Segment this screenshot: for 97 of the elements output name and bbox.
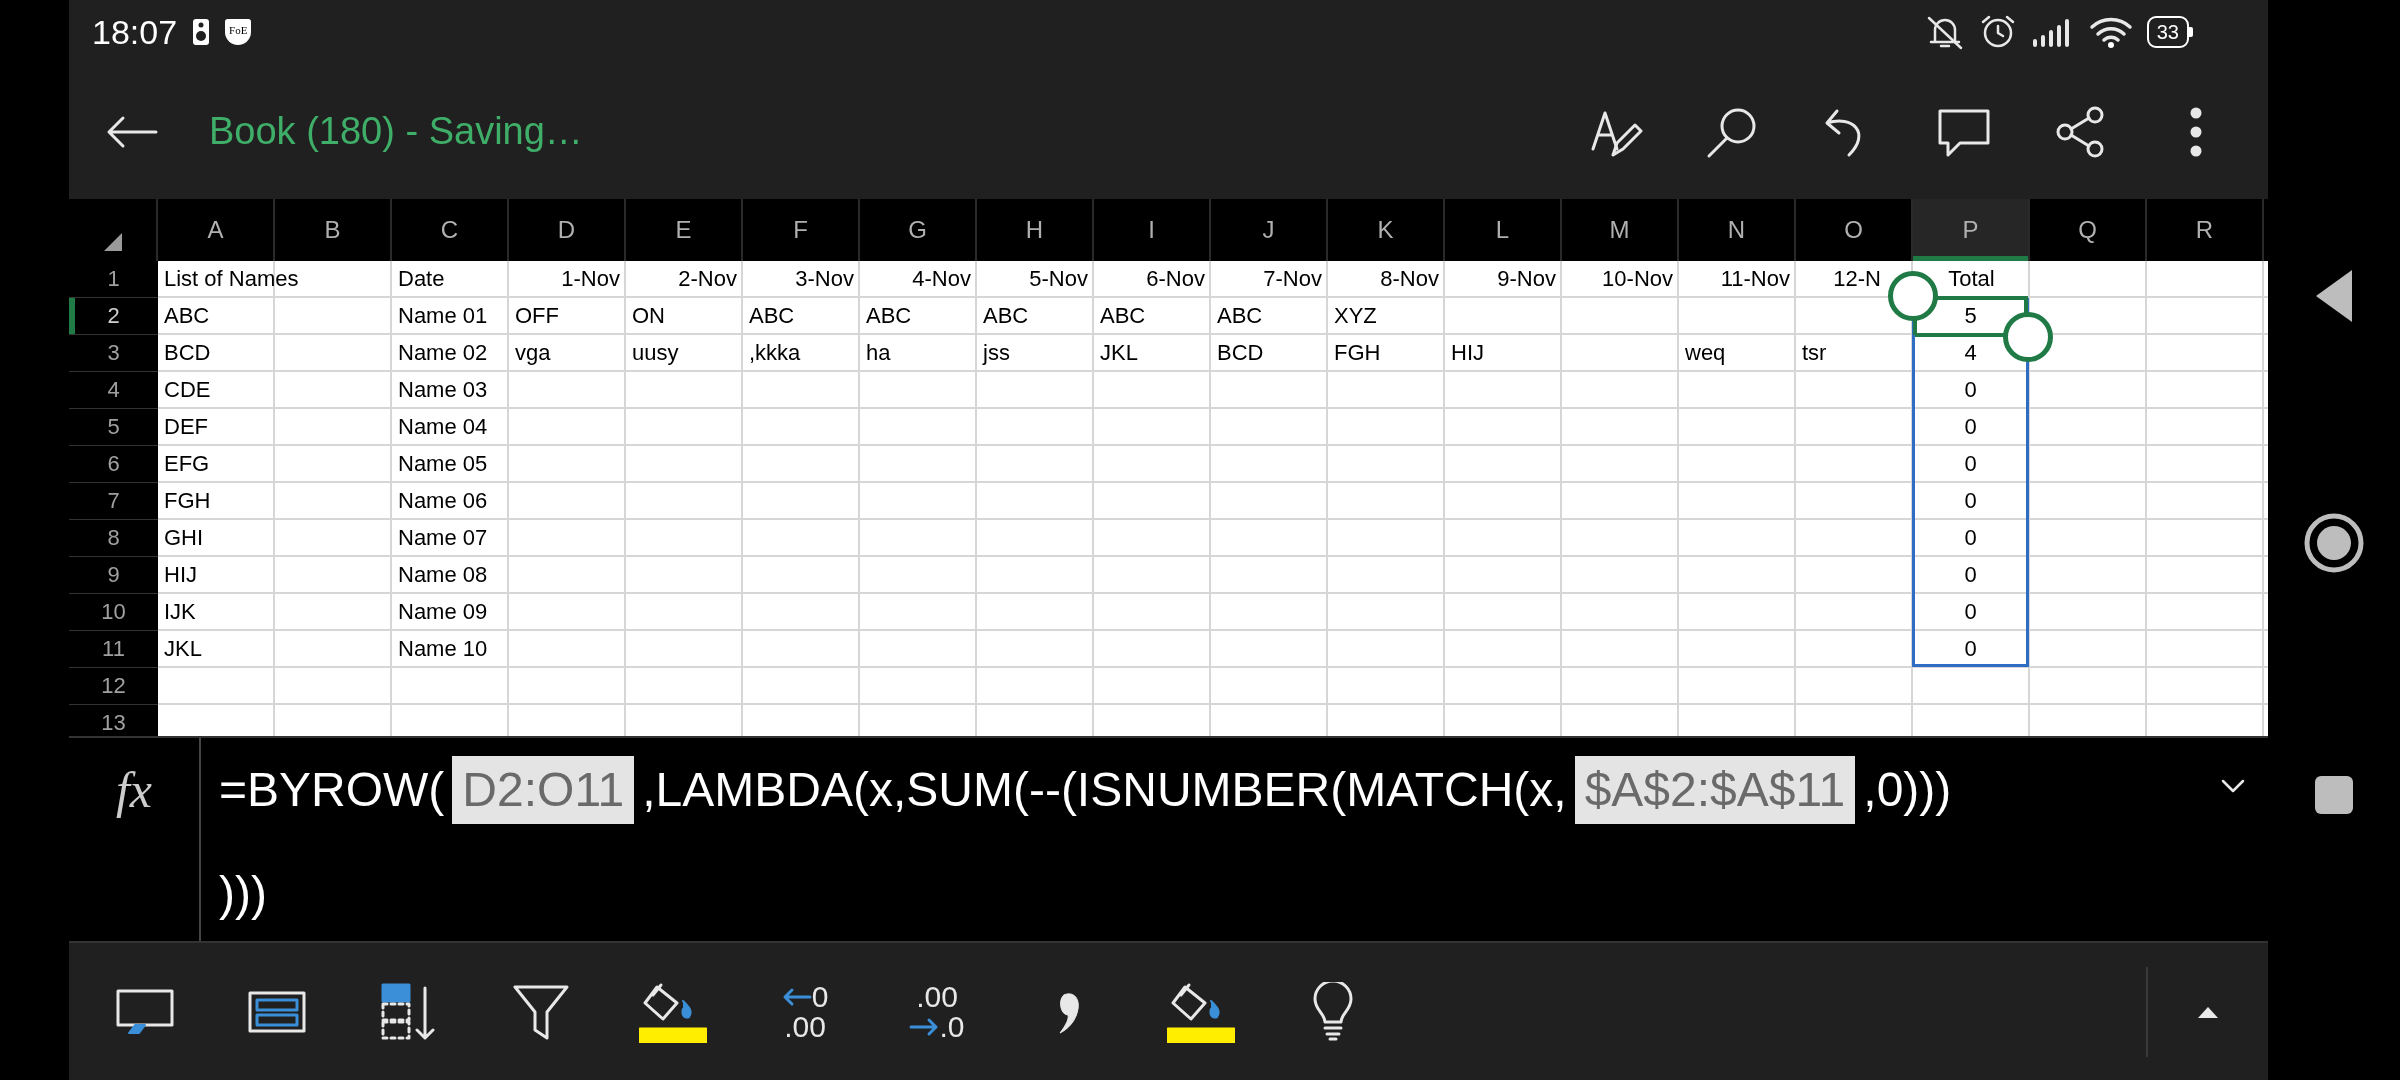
table-cell: ABC — [983, 303, 1029, 328]
table-cell: BCD — [164, 340, 211, 365]
table-cell: 7-Nov — [1263, 266, 1322, 291]
column-header[interactable]: P — [1913, 199, 2030, 261]
table-cell: Name 10 — [398, 636, 488, 661]
table-cell: BCD — [1217, 340, 1264, 365]
recents-icon — [2313, 774, 2355, 816]
row-header[interactable]: 8 — [69, 520, 158, 557]
table-cell: 4-Nov — [912, 266, 971, 291]
back-button[interactable] — [105, 114, 159, 149]
lightbulb-icon — [1311, 981, 1355, 1042]
table-cell: JKL — [164, 636, 202, 661]
spill-range-cell: 0 — [1912, 520, 2029, 557]
table-cell: List of Names — [164, 266, 299, 291]
table-cell: 10-Nov — [1602, 266, 1673, 291]
table-cell: XYZ — [1334, 303, 1377, 328]
battery-indicator: 33 — [2146, 16, 2193, 48]
row-header[interactable]: 2 — [69, 298, 158, 335]
table-cell: Name 09 — [398, 599, 488, 624]
spill-range-cell: 0 — [1912, 372, 2029, 409]
back-triangle-icon — [2314, 268, 2354, 324]
table-cell: IJK — [164, 599, 196, 624]
table-cell: Name 08 — [398, 562, 488, 587]
table-cell: Name 03 — [398, 377, 488, 402]
table-cell: ha — [866, 340, 891, 365]
home-icon — [2303, 512, 2365, 574]
table-cell: 1-Nov — [561, 266, 620, 291]
table-cell: ABC — [164, 303, 210, 328]
table-cell: HIJ — [1451, 340, 1484, 365]
expand-button[interactable] — [2220, 778, 2246, 794]
spill-range-cell: 0 — [1912, 557, 2029, 594]
table-cell: Name 06 — [398, 488, 488, 513]
table-cell: Date — [398, 266, 445, 291]
table-cell: 8-Nov — [1380, 266, 1439, 291]
formula-field[interactable]: =BYROW( D2:O11 ,LAMBDA(x,SUM(--(ISNUMBER(MATCH(x, $A$2:$A$11 ,0))) ))) — [201, 738, 2198, 941]
table-cell: 12-N — [1833, 266, 1881, 291]
row-header[interactable]: 6 — [69, 446, 158, 483]
speaker-icon — [191, 17, 212, 47]
row-header[interactable]: 1 — [69, 261, 158, 298]
wifi-icon — [2088, 15, 2133, 49]
table-cell: GHI — [164, 525, 204, 550]
table-cell: JKL — [1100, 340, 1138, 365]
table-cell: jss — [983, 340, 1010, 365]
table-cell: FGH — [1334, 340, 1381, 365]
table-cell: EFG — [164, 451, 210, 476]
clock: 18:07 — [92, 12, 178, 52]
spill-range-cell: 5 — [1912, 298, 2029, 335]
table-cell: 5-Nov — [1029, 266, 1088, 291]
row-header[interactable]: 11 — [69, 631, 158, 668]
table-cell: ABC — [1100, 303, 1146, 328]
table-cell: Name 05 — [398, 451, 488, 476]
table-cell: Name 04 — [398, 414, 488, 439]
table-cell: Name 02 — [398, 340, 488, 365]
table-cell: CDE — [164, 377, 211, 402]
row-header[interactable]: 3 — [69, 335, 158, 372]
chevron-down-icon — [2220, 778, 2246, 794]
table-cell: Name 01 — [398, 303, 488, 328]
table-cell: tsr — [1802, 340, 1827, 365]
back-arrow-icon — [105, 114, 159, 149]
row-header[interactable]: 7 — [69, 483, 158, 520]
table-cell: weq — [1685, 340, 1726, 365]
table-cell: uusy — [632, 340, 679, 365]
spill-range-cell: 0 — [1912, 446, 2029, 483]
row-header[interactable]: 9 — [69, 557, 158, 594]
row-header[interactable]: 12 — [69, 668, 158, 705]
table-cell: DEF — [164, 414, 208, 439]
table-cell: ABC — [749, 303, 795, 328]
spill-range-cell: 0 — [1912, 483, 2029, 520]
table-cell: Name 07 — [398, 525, 488, 550]
table-cell: vga — [515, 340, 551, 365]
function-label: fx — [69, 738, 201, 941]
shield-badge: FoE — [225, 19, 252, 45]
row-header[interactable]: 4 — [69, 372, 158, 409]
spill-range-cell: 0 — [1912, 409, 2029, 446]
row-header[interactable]: 13 — [69, 705, 158, 736]
table-cell: FGH — [164, 488, 211, 513]
table-cell: ON — [632, 303, 665, 328]
arrow-icon — [781, 986, 812, 1007]
row-header[interactable]: 5 — [69, 409, 158, 446]
arrow-icon — [909, 1016, 940, 1037]
table-cell: 11-Nov — [1720, 266, 1790, 291]
spill-range-cell: 0 — [1912, 631, 2029, 667]
table-cell: ABC — [1217, 303, 1263, 328]
table-cell: 2-Nov — [678, 266, 737, 291]
table-cell: 3-Nov — [795, 266, 854, 291]
spill-range-cell: 0 — [1912, 594, 2029, 631]
decrease-decimal-button[interactable]: 0 .00 — [739, 961, 871, 1062]
table-cell: Total — [1948, 266, 1995, 291]
table-cell: 9-Nov — [1497, 266, 1556, 291]
table-cell: ,kkka — [749, 340, 801, 365]
row-header[interactable]: 10 — [69, 594, 158, 631]
document-title: Book (180) - Saving… — [209, 110, 583, 153]
table-cell: OFF — [515, 303, 559, 328]
increase-decimal-button[interactable]: .00 .0 — [871, 961, 1003, 1062]
table-cell: HIJ — [164, 562, 197, 587]
table-cell: ABC — [866, 303, 912, 328]
table-cell: 6-Nov — [1146, 266, 1205, 291]
